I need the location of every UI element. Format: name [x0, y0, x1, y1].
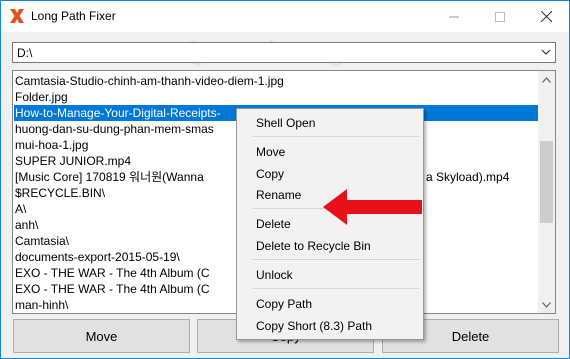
menu-item-copy-short-path[interactable]: Copy Short (8.3) Path [238, 316, 422, 336]
file-name: man-hinh\ [15, 298, 69, 312]
red-arrow-icon [323, 189, 422, 225]
title-bar[interactable]: Long Path Fixer [1, 1, 569, 32]
chevron-down-icon [542, 301, 551, 308]
file-name: Camtasia\ [15, 234, 70, 248]
file-row[interactable]: anh\ [14, 217, 38, 233]
file-row[interactable]: Folder.jpg [14, 89, 68, 105]
chevron-down-icon [541, 49, 551, 55]
file-row[interactable]: A\ [14, 201, 26, 217]
file-row[interactable]: huong-dan-su-dung-phan-mem-smas [14, 121, 214, 137]
menu-item-copy-path[interactable]: Copy Path [238, 294, 422, 314]
window-title: Long Path Fixer [31, 9, 116, 23]
file-row[interactable]: man-hinh\ [14, 297, 68, 313]
menu-item-unlock[interactable]: Unlock [238, 265, 422, 285]
file-row[interactable]: mui-hoa-1.jpg [14, 137, 88, 153]
menu-separator [253, 288, 419, 289]
scroll-up-button[interactable] [538, 71, 555, 88]
file-row[interactable]: $RECYCLE.BIN\ [14, 185, 105, 201]
file-name: EXO - THE WAR - The 4th Album (C [15, 282, 210, 296]
file-row[interactable]: [Music Core] 170819 워너원(Wanna a Skyload).… [14, 169, 509, 185]
app-logo-icon [10, 9, 24, 23]
file-row[interactable]: documents-export-2015-05-19\ [14, 249, 180, 265]
file-row[interactable]: Camtasia-Studio-chinh-am-thanh-video-die… [14, 73, 284, 89]
path-dropdown[interactable]: D:\ [12, 42, 556, 63]
close-button[interactable] [523, 1, 569, 32]
close-icon [540, 11, 552, 22]
file-name: Camtasia-Studio-chinh-am-thanh-video-die… [15, 74, 284, 88]
minimize-button[interactable] [431, 1, 477, 32]
menu-item-move[interactable]: Move [238, 142, 422, 162]
file-name-tail: a Skyload).mp4 [426, 170, 510, 184]
file-row[interactable]: Camtasia\ [14, 233, 69, 249]
menu-item-copy[interactable]: Copy [238, 164, 422, 184]
list-scrollbar[interactable] [538, 71, 555, 313]
scroll-down-button[interactable] [538, 296, 555, 313]
file-row[interactable]: EXO - THE WAR - The 4th Album (C [14, 281, 210, 297]
file-name: How-to-Manage-Your-Digital-Receipts- [15, 106, 221, 120]
maximize-icon [495, 11, 505, 22]
file-name: EXO - THE WAR - The 4th Album (C [15, 266, 210, 280]
file-name: mui-hoa-1.jpg [15, 138, 89, 152]
file-name: $RECYCLE.BIN\ [15, 186, 106, 200]
file-name: anh\ [15, 218, 39, 232]
file-name: [Music Core] 170819 워너원(Wanna [15, 170, 204, 184]
file-name: huong-dan-su-dung-phan-mem-smas [15, 122, 214, 136]
scroll-thumb[interactable] [540, 141, 553, 223]
menu-item-shell-open[interactable]: Shell Open [238, 113, 422, 133]
file-row[interactable]: SUPER JUNIOR.mp4 [14, 153, 131, 169]
move-button[interactable]: Move [13, 319, 190, 353]
file-name: A\ [15, 202, 27, 216]
file-row[interactable]: EXO - THE WAR - The 4th Album (C [14, 265, 210, 281]
menu-item-delete-to-recycle-bin[interactable]: Delete to Recycle Bin [238, 236, 422, 256]
app-window: Long Path Fixer Quantrimang D:\ Camtasia… [0, 0, 570, 359]
file-name: documents-export-2015-05-19\ [15, 250, 180, 264]
minimize-icon [449, 16, 459, 17]
path-value: D:\ [17, 46, 33, 60]
menu-separator [253, 259, 419, 260]
menu-separator [253, 136, 419, 137]
maximize-button[interactable] [477, 1, 523, 32]
chevron-up-icon [542, 76, 551, 83]
file-name: Folder.jpg [15, 90, 68, 104]
file-name: SUPER JUNIOR.mp4 [15, 154, 132, 168]
